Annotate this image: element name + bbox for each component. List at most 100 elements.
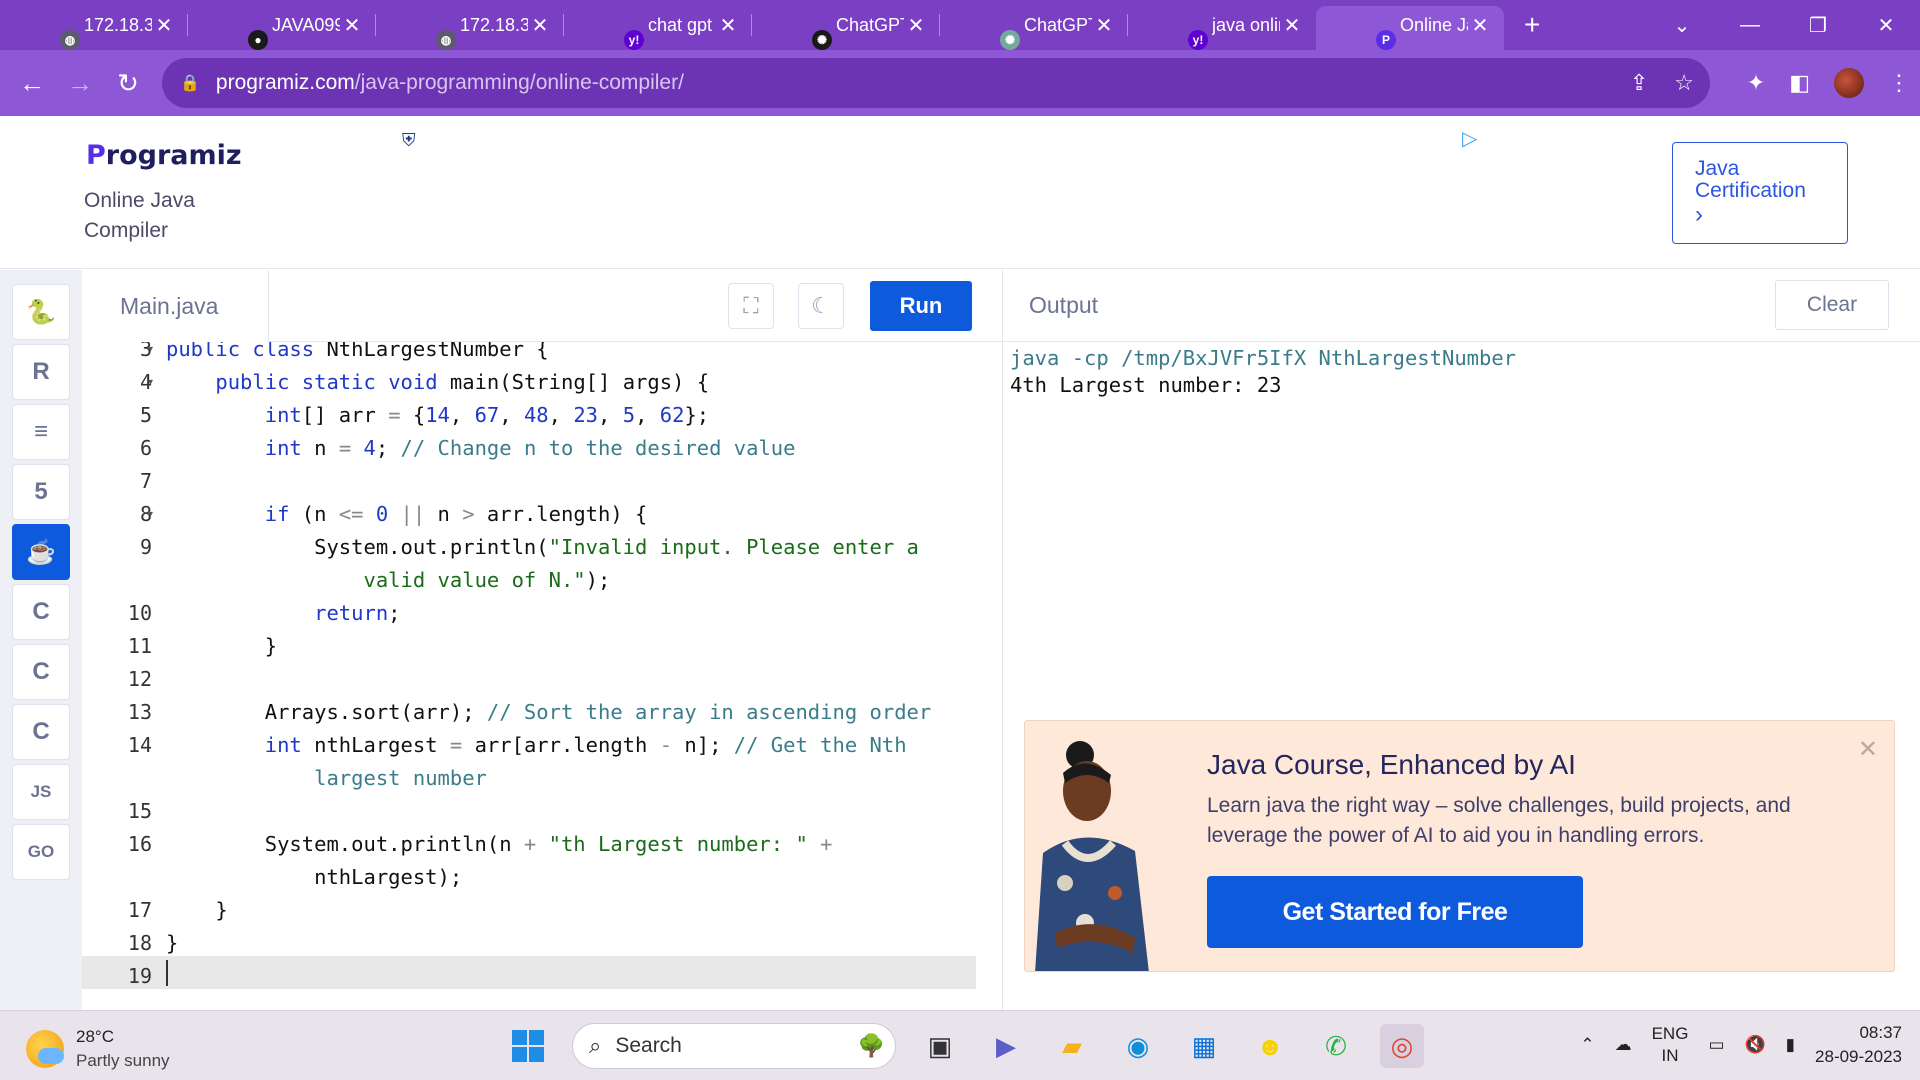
- get-started-button[interactable]: Get Started for Free: [1207, 876, 1583, 948]
- minimize-button[interactable]: —: [1716, 14, 1784, 37]
- menu-kebab-icon[interactable]: ⋮: [1888, 70, 1910, 96]
- tab-title: ChatGPT: [836, 14, 904, 35]
- date: 28-09-2023: [1815, 1047, 1902, 1066]
- tab-close-icon[interactable]: ✕: [1280, 13, 1304, 38]
- language-js-icon[interactable]: JS: [12, 764, 70, 820]
- onedrive-icon[interactable]: ☁: [1615, 1035, 1632, 1055]
- browser-tab[interactable]: POnline Jav✕: [1316, 0, 1504, 50]
- reload-button[interactable]: ↻: [104, 68, 152, 99]
- lock-icon[interactable]: 🔒: [180, 73, 200, 93]
- language-r-icon[interactable]: R: [12, 344, 70, 400]
- browser-tab[interactable]: ✺ ChatGPT ✕: [940, 0, 1128, 50]
- clock[interactable]: 08:37 28-09-2023: [1815, 1021, 1902, 1069]
- browser-tab[interactable]: y! chat gpt - ✕: [564, 0, 752, 50]
- close-window-button[interactable]: ✕: [1852, 13, 1920, 38]
- java-certification-button[interactable]: Java Certification ›: [1672, 142, 1848, 244]
- address-bar-row: ← → ↻ 🔒 programiz.com/java-programming/o…: [0, 50, 1920, 116]
- code-line: System.out.println(n + "th Largest numbe…: [166, 832, 833, 856]
- adchoices-icon[interactable]: ▷: [1462, 126, 1477, 151]
- run-button[interactable]: Run: [870, 281, 972, 331]
- current-line-highlight: [82, 956, 976, 989]
- file-explorer-icon[interactable]: ▰: [1050, 1024, 1094, 1068]
- code-line: System.out.println("Invalid input. Pleas…: [166, 535, 919, 559]
- code-line: Arrays.sort(arr); // Sort the array in a…: [166, 700, 932, 724]
- back-button[interactable]: ←: [8, 68, 56, 99]
- clear-button[interactable]: Clear: [1775, 280, 1889, 330]
- code-editor[interactable]: 3 4 5 6 7 8 9 10 11 12 13 14 15 16 17 18 19 ▾ ▾ ▾ public cl…: [82, 342, 1002, 1010]
- side-panel-icon[interactable]: ◧: [1789, 70, 1810, 96]
- profile-avatar[interactable]: [1834, 68, 1864, 98]
- code-line: nthLargest);: [166, 865, 463, 889]
- browser-tab[interactable]: y!java online✕: [1128, 0, 1316, 50]
- input-region[interactable]: IN: [1652, 1045, 1689, 1067]
- code-line: largest number: [314, 766, 487, 790]
- file-tab-main[interactable]: Main.java: [82, 270, 269, 342]
- language-html-icon[interactable]: 5: [12, 464, 70, 520]
- weather-widget[interactable]: 28°C Partly sunny: [26, 1025, 170, 1073]
- microsoft-store-icon[interactable]: ▦: [1182, 1024, 1226, 1068]
- restore-button[interactable]: ❐: [1784, 13, 1852, 38]
- battery-icon[interactable]: ▮: [1786, 1035, 1795, 1055]
- tab-close-icon[interactable]: ✕: [528, 13, 552, 38]
- browser-tab[interactable]: ●JAVA0995/✕: [188, 0, 376, 50]
- tab-close-icon[interactable]: ✕: [1468, 13, 1492, 38]
- language-cpp-icon[interactable]: C: [12, 644, 70, 700]
- whatsapp-icon[interactable]: ✆: [1314, 1024, 1358, 1068]
- input-language[interactable]: ENG: [1652, 1023, 1689, 1045]
- openai-icon: ✺: [1000, 30, 1020, 50]
- dark-mode-moon-icon[interactable]: ☾: [798, 283, 844, 329]
- chrome-icon[interactable]: ◎: [1380, 1024, 1424, 1068]
- code-line: }: [166, 898, 228, 922]
- network-icon[interactable]: ▭: [1708, 1035, 1724, 1055]
- volume-muted-icon[interactable]: 🔇: [1745, 1035, 1766, 1055]
- language-go-icon[interactable]: GO: [12, 824, 70, 880]
- yahoo-icon: y!: [624, 30, 644, 50]
- tab-close-icon[interactable]: ✕: [1092, 13, 1116, 38]
- language-sql-icon[interactable]: ≡: [12, 404, 70, 460]
- new-tab-button[interactable]: +: [1524, 9, 1540, 41]
- fold-arrow-icon[interactable]: ▾: [148, 377, 153, 388]
- language-csharp-icon[interactable]: C: [12, 704, 70, 760]
- windows-taskbar: 28°C Partly sunny ⌕ Search 🌳 ▣ ▶ ▰ ◉ ▦ ☻…: [0, 1010, 1920, 1080]
- bookmark-star-icon[interactable]: ☆: [1674, 70, 1694, 96]
- tab-close-icon[interactable]: ✕: [340, 13, 364, 38]
- tab-close-icon[interactable]: ✕: [716, 13, 740, 38]
- snapchat-icon[interactable]: ☻: [1248, 1024, 1292, 1068]
- language-python-icon[interactable]: 🐍: [12, 284, 70, 340]
- extensions-icon[interactable]: ✦: [1747, 70, 1765, 96]
- teams-chat-icon[interactable]: ▶: [984, 1024, 1028, 1068]
- shield-icon: ⛨: [402, 130, 416, 150]
- language-c-icon[interactable]: C: [12, 584, 70, 640]
- yahoo-icon: y!: [1188, 30, 1208, 50]
- tab-search-icon[interactable]: ⌄: [1648, 13, 1716, 38]
- temperature: 28°C: [76, 1027, 114, 1046]
- browser-tab[interactable]: ◍172.18.34.2✕: [0, 0, 188, 50]
- code-line: }: [166, 634, 278, 658]
- tab-close-icon[interactable]: ✕: [152, 13, 176, 38]
- edge-icon[interactable]: ◉: [1116, 1024, 1160, 1068]
- taskbar-search[interactable]: ⌕ Search 🌳: [572, 1023, 896, 1069]
- language-java-icon[interactable]: ☕: [12, 524, 70, 580]
- windows-start-icon[interactable]: [506, 1024, 550, 1068]
- output-header: Output Clear: [1002, 270, 1920, 342]
- close-icon[interactable]: ✕: [1858, 735, 1878, 764]
- programiz-icon: P: [1376, 30, 1396, 50]
- fold-arrow-icon[interactable]: ▾: [148, 344, 153, 355]
- forward-button[interactable]: →: [56, 68, 104, 99]
- browser-tab-strip: ◍172.18.34.2✕●JAVA0995/✕◍172.18.34.✕y!ch…: [0, 0, 1920, 50]
- share-icon[interactable]: ⇪: [1630, 70, 1648, 96]
- chevron-up-icon[interactable]: ⌃: [1580, 1035, 1594, 1055]
- browser-tab[interactable]: ◍172.18.34.✕: [376, 0, 564, 50]
- programiz-logo[interactable]: Programiz: [86, 140, 242, 171]
- fullscreen-icon[interactable]: ⛶: [728, 283, 774, 329]
- code-line: int n = 4; // Change n to the desired va…: [264, 436, 796, 460]
- browser-tab[interactable]: ✺ ChatGPT ✕: [752, 0, 940, 50]
- line-number: 15: [127, 799, 152, 823]
- fold-arrow-icon[interactable]: ▾: [148, 509, 153, 520]
- task-view-icon[interactable]: ▣: [918, 1024, 962, 1068]
- code-line: if (n <= 0 || n > arr.length) {: [264, 502, 648, 526]
- url-bar[interactable]: 🔒 programiz.com/java-programming/online-…: [162, 58, 1710, 108]
- course-ad[interactable]: Java Course, Enhanced by AI Learn java t…: [1024, 720, 1895, 972]
- tab-close-icon[interactable]: ✕: [904, 13, 928, 38]
- line-number: 17: [127, 898, 152, 922]
